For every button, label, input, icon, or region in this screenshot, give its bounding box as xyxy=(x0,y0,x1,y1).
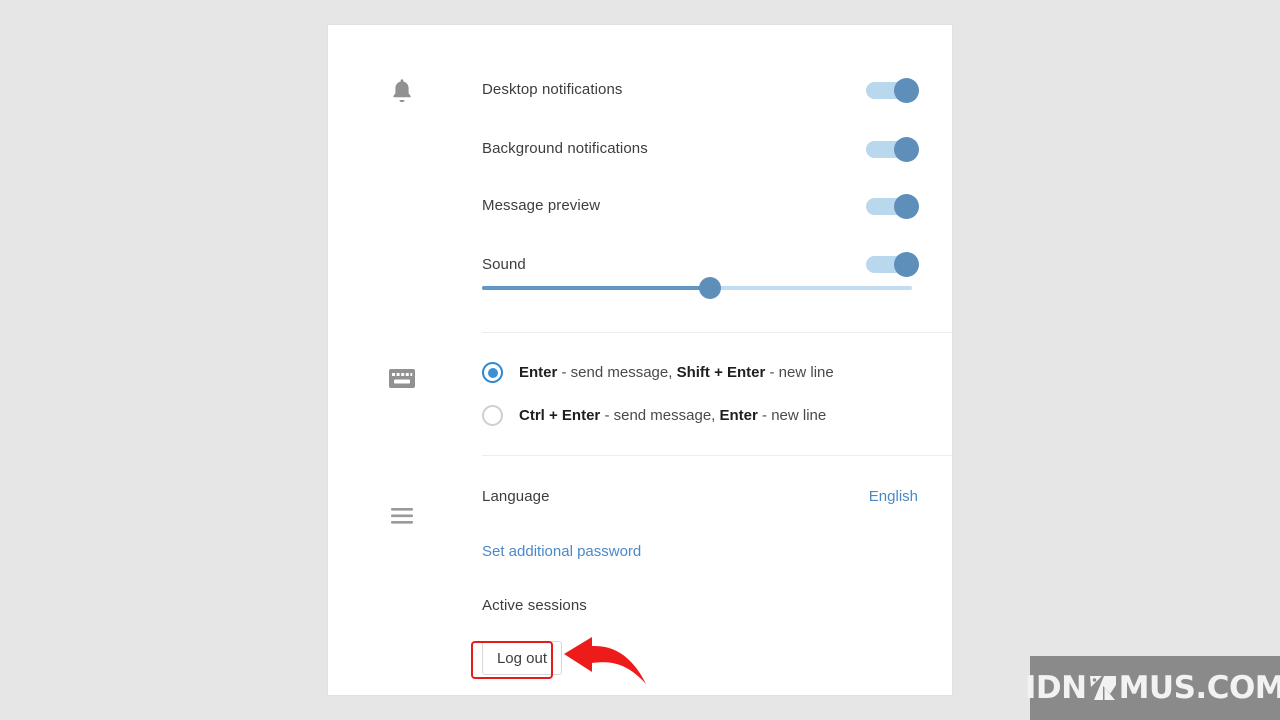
radio-option-label: Enter - send message, Shift + Enter - ne… xyxy=(519,364,834,381)
slider-filled-track xyxy=(482,286,710,290)
sound-volume-slider[interactable] xyxy=(482,276,912,300)
set-additional-password-link[interactable]: Set additional password xyxy=(482,543,641,560)
slider-thumb[interactable] xyxy=(698,277,721,299)
toggle-thumb xyxy=(894,78,919,103)
watermark-suffix: MUS.COM xyxy=(1118,670,1280,706)
radio-option-ctrl-enter-send[interactable]: Ctrl + Enter - send message, Enter - new… xyxy=(482,405,826,426)
k-logo-icon xyxy=(1088,674,1118,702)
toggle-thumb xyxy=(894,137,919,162)
toggle-background-notifications[interactable] xyxy=(866,137,922,162)
watermark-text: IDN MUS.COM xyxy=(1025,670,1280,706)
radio-option-enter-send[interactable]: Enter - send message, Shift + Enter - ne… xyxy=(482,362,834,383)
radio-indicator-selected[interactable] xyxy=(482,362,503,383)
log-out-button[interactable]: Log out xyxy=(482,641,562,675)
language-label: Language xyxy=(482,488,550,505)
setting-label-background-notifications: Background notifications xyxy=(482,140,648,157)
toggle-message-preview[interactable] xyxy=(866,194,922,219)
setting-label-sound: Sound xyxy=(482,256,526,273)
section-divider xyxy=(482,455,952,456)
toggle-thumb xyxy=(894,252,919,277)
toggle-desktop-notifications[interactable] xyxy=(866,78,922,103)
watermark: IDN MUS.COM xyxy=(1025,656,1280,720)
setting-label-desktop-notifications: Desktop notifications xyxy=(482,81,623,98)
active-sessions-label[interactable]: Active sessions xyxy=(482,597,587,614)
radio-option-label: Ctrl + Enter - send message, Enter - new… xyxy=(519,407,827,424)
language-value[interactable]: English xyxy=(869,488,918,505)
keyboard-icon xyxy=(384,365,420,391)
radio-indicator-unselected[interactable] xyxy=(482,405,503,426)
section-divider xyxy=(482,332,952,333)
watermark-prefix: IDN xyxy=(1024,670,1087,706)
toggle-thumb xyxy=(894,194,919,219)
bell-icon xyxy=(384,75,420,107)
settings-panel: Desktop notifications Background notific… xyxy=(328,25,952,695)
toggle-sound[interactable] xyxy=(866,252,922,277)
hamburger-icon xyxy=(384,507,420,525)
setting-label-message-preview: Message preview xyxy=(482,197,601,214)
